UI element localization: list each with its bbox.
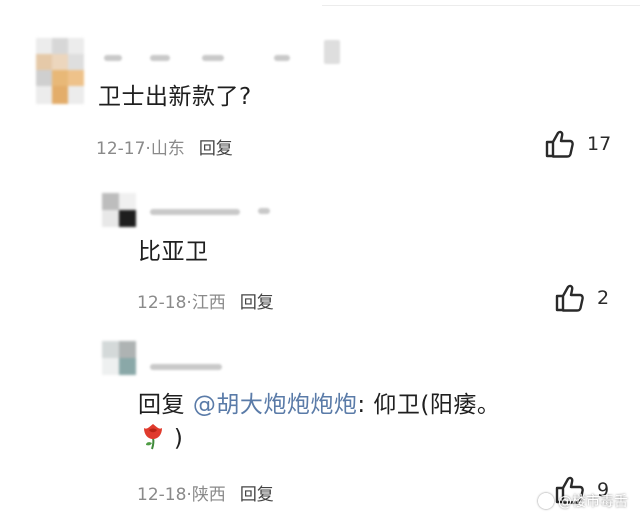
username-blurred (202, 55, 224, 61)
divider-line (322, 5, 640, 6)
watermark-logo-icon (538, 493, 554, 509)
username-blurred (258, 208, 270, 214)
reply-prefix: 回复 (138, 392, 185, 418)
mention-link[interactable]: @胡大炮炮炮炮 (193, 392, 358, 418)
username-blurred (324, 40, 340, 64)
reply-close-paren: ) (173, 425, 184, 452)
username-blurred[interactable] (150, 364, 222, 370)
comment-text: 卫士出新款了? (98, 84, 252, 110)
comment-date: 12-18 (137, 485, 187, 505)
like-count: 2 (597, 287, 610, 309)
avatar[interactable] (36, 38, 84, 104)
reply-text: 回复 @胡大炮炮炮炮: 仰卫(阳痿。 (138, 385, 500, 419)
comment-location: 山东 (150, 139, 185, 159)
reply-text: 比亚卫 (138, 239, 209, 265)
avatar[interactable] (102, 341, 136, 375)
comment-location: 江西 (191, 293, 226, 313)
watermark-text: @楼市毒舌 (558, 494, 628, 510)
like-button[interactable]: 17 (545, 130, 611, 158)
like-count: 17 (587, 133, 612, 155)
comment-date: 12-17 (96, 139, 146, 159)
comment-meta: 12-18·陕西 回复 (137, 480, 274, 505)
username-blurred[interactable] (150, 209, 240, 215)
thumbs-up-icon (545, 130, 574, 158)
comment-location: 陕西 (191, 485, 226, 505)
comment-meta: 12-17·山东 回复 (96, 134, 233, 159)
comment-date: 12-18 (137, 293, 187, 313)
username-blurred[interactable] (104, 55, 122, 61)
reply-button[interactable]: 回复 (240, 293, 274, 313)
rose-icon (140, 422, 166, 456)
reply-text-line2: ) (140, 422, 183, 456)
reply-button[interactable]: 回复 (240, 485, 274, 505)
reply-button[interactable]: 回复 (199, 139, 233, 159)
reply-body: : 仰卫(阳痿。 (357, 392, 501, 418)
username-blurred (274, 55, 290, 61)
thumbs-up-icon (555, 284, 584, 312)
watermark: @楼市毒舌 (538, 491, 628, 511)
username-blurred (150, 55, 170, 61)
avatar[interactable] (102, 193, 136, 227)
comment-meta: 12-18·江西 回复 (137, 288, 274, 313)
like-button[interactable]: 2 (555, 284, 609, 312)
